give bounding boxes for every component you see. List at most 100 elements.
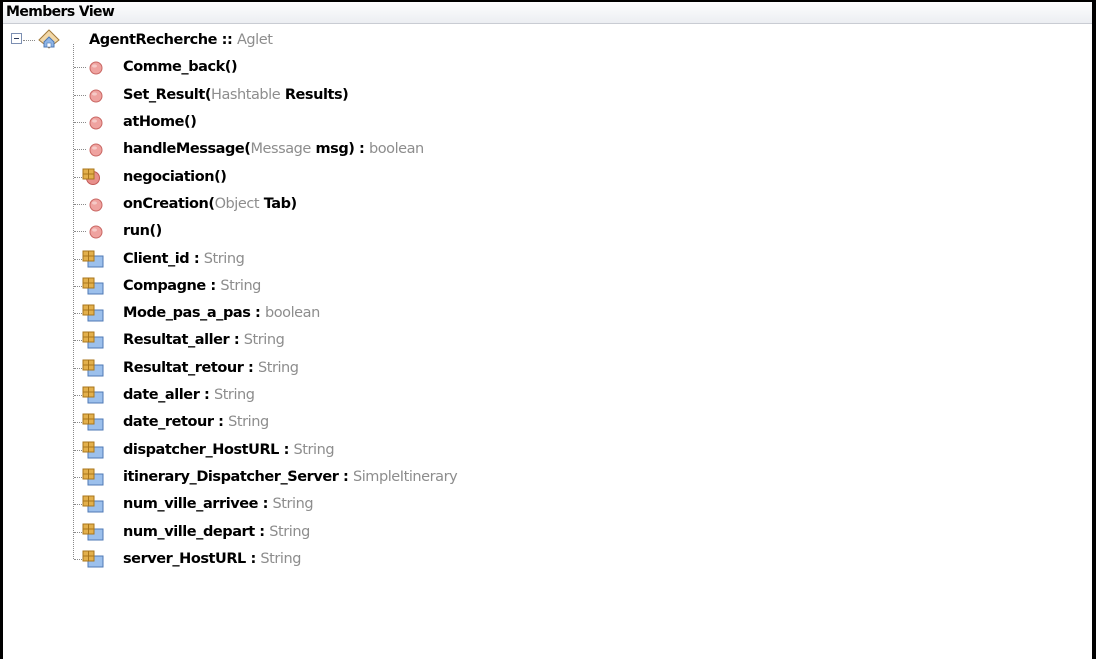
type-name: String xyxy=(293,441,335,458)
field-row[interactable]: itinerary_Dispatcher_Server : SimpleItin… xyxy=(3,464,1083,491)
field-declaration: num_ville_arrivee : String xyxy=(123,491,314,517)
type-name: Object xyxy=(214,195,260,212)
type-name: String xyxy=(203,250,245,267)
type-name: String xyxy=(213,387,255,403)
member-name: msg) : xyxy=(310,141,369,158)
method-signature: handleMessage(Message msg) : boolean xyxy=(123,136,424,162)
members-view-window: Members View AgentRecherche :: Aglet Com… xyxy=(0,0,1096,659)
package-field-icon xyxy=(82,523,104,540)
tree-connector xyxy=(74,122,86,123)
field-row[interactable]: Compagne : String xyxy=(3,273,1083,300)
public-method-icon xyxy=(87,140,105,157)
member-name: server_HostURL : xyxy=(123,550,261,567)
method-row[interactable]: atHome() xyxy=(3,109,1083,136)
class-icon xyxy=(37,29,61,49)
member-name: itinerary_Dispatcher_Server : xyxy=(123,468,353,485)
member-name: run() xyxy=(123,223,162,240)
package-method-icon xyxy=(82,168,104,185)
field-row[interactable]: date_retour : String xyxy=(3,409,1083,436)
field-row[interactable]: Resultat_aller : String xyxy=(3,327,1083,354)
field-declaration: Compagne : String xyxy=(123,273,261,299)
public-method-icon xyxy=(87,86,105,103)
member-name: date_retour : xyxy=(123,414,229,431)
field-declaration: dispatcher_HostURL : String xyxy=(123,437,335,463)
package-field-icon xyxy=(82,304,104,322)
package-field-icon xyxy=(82,250,104,267)
method-signature: Comme_back() xyxy=(123,54,238,80)
public-method-icon xyxy=(87,195,105,212)
package-field-icon xyxy=(82,550,104,568)
package-field-icon xyxy=(82,413,104,431)
member-name: Set_Result( xyxy=(123,86,211,103)
member-name: Comme_back() xyxy=(123,59,238,76)
field-row[interactable]: num_ville_arrivee : String xyxy=(3,491,1083,518)
package-field-icon xyxy=(82,277,104,295)
field-declaration: Resultat_retour : String xyxy=(123,355,299,381)
class-supertype: Aglet xyxy=(236,32,273,48)
tree-connector xyxy=(74,203,86,205)
field-declaration: date_aller : String xyxy=(123,382,255,408)
package-field-icon xyxy=(82,331,104,349)
member-name: Compagne : xyxy=(123,277,221,294)
field-declaration: itinerary_Dispatcher_Server : SimpleItin… xyxy=(123,464,458,490)
type-name: Message xyxy=(250,141,311,158)
type-name: String xyxy=(243,332,285,349)
method-row[interactable]: Comme_back() xyxy=(3,54,1083,81)
field-row[interactable]: dispatcher_HostURL : String xyxy=(3,437,1083,464)
field-declaration: server_HostURL : String xyxy=(123,546,301,572)
member-name: Mode_pas_a_pas : xyxy=(123,305,265,322)
tree-connector xyxy=(74,94,86,96)
field-row[interactable]: Mode_pas_a_pas : boolean xyxy=(3,300,1083,327)
panel-title: Members View xyxy=(3,2,1092,24)
method-signature: negociation() xyxy=(123,164,227,190)
class-name: AgentRecherche xyxy=(89,32,218,48)
method-row[interactable]: Set_Result(Hashtable Results) xyxy=(3,82,1083,109)
field-declaration: num_ville_depart : String xyxy=(123,519,310,545)
package-field-icon xyxy=(82,468,104,486)
field-declaration: date_retour : String xyxy=(123,409,269,435)
type-name: String xyxy=(269,523,310,540)
public-method-icon xyxy=(87,222,105,239)
member-name: Resultat_retour : xyxy=(123,359,258,376)
member-name: handleMessage( xyxy=(123,141,251,158)
package-field-icon xyxy=(82,359,104,377)
field-declaration: Mode_pas_a_pas : boolean xyxy=(123,300,320,326)
collapse-icon[interactable] xyxy=(11,33,22,44)
tree-connector xyxy=(23,40,35,41)
member-name: date_aller : xyxy=(123,387,214,403)
public-method-icon xyxy=(87,113,105,130)
public-method-icon xyxy=(87,58,105,75)
method-signature: atHome() xyxy=(123,109,197,135)
method-row[interactable]: run() xyxy=(3,218,1083,245)
field-row[interactable]: num_ville_depart : String xyxy=(3,519,1083,546)
type-name: SimpleItinerary xyxy=(352,468,458,485)
root-class-label: AgentRecherche :: Aglet xyxy=(89,27,273,53)
type-name: String xyxy=(260,550,301,567)
members-tree[interactable]: AgentRecherche :: Aglet Comme_back()Set_… xyxy=(3,24,1092,654)
tree-connector xyxy=(74,231,86,233)
method-row[interactable]: onCreation(Object Tab) xyxy=(3,191,1083,218)
method-row[interactable]: negociation() xyxy=(3,164,1083,191)
method-signature: run() xyxy=(123,218,162,244)
type-name: String xyxy=(257,359,299,376)
field-row[interactable]: Client_id : String xyxy=(3,246,1083,273)
member-name: dispatcher_HostURL : xyxy=(123,441,294,458)
member-name: num_ville_arrivee : xyxy=(123,496,273,513)
field-declaration: Client_id : String xyxy=(123,246,245,272)
field-row[interactable]: Resultat_retour : String xyxy=(3,355,1083,382)
field-row[interactable]: date_aller : String xyxy=(3,382,1083,409)
type-name: boolean xyxy=(264,305,320,322)
type-name: String xyxy=(220,277,261,294)
package-field-icon xyxy=(82,386,104,404)
method-row[interactable]: handleMessage(Message msg) : boolean xyxy=(3,136,1083,163)
tree-root-class[interactable]: AgentRecherche :: Aglet xyxy=(3,27,1083,54)
type-name: String xyxy=(228,414,269,431)
package-field-icon xyxy=(82,495,104,513)
tree-connector xyxy=(74,149,86,151)
member-name: Resultat_aller : xyxy=(123,332,244,349)
member-name: Tab) xyxy=(259,195,297,212)
member-name: negociation() xyxy=(123,168,227,185)
type-name: boolean xyxy=(368,141,424,158)
tree-connector xyxy=(74,67,86,69)
field-row[interactable]: server_HostURL : String xyxy=(3,546,1083,573)
